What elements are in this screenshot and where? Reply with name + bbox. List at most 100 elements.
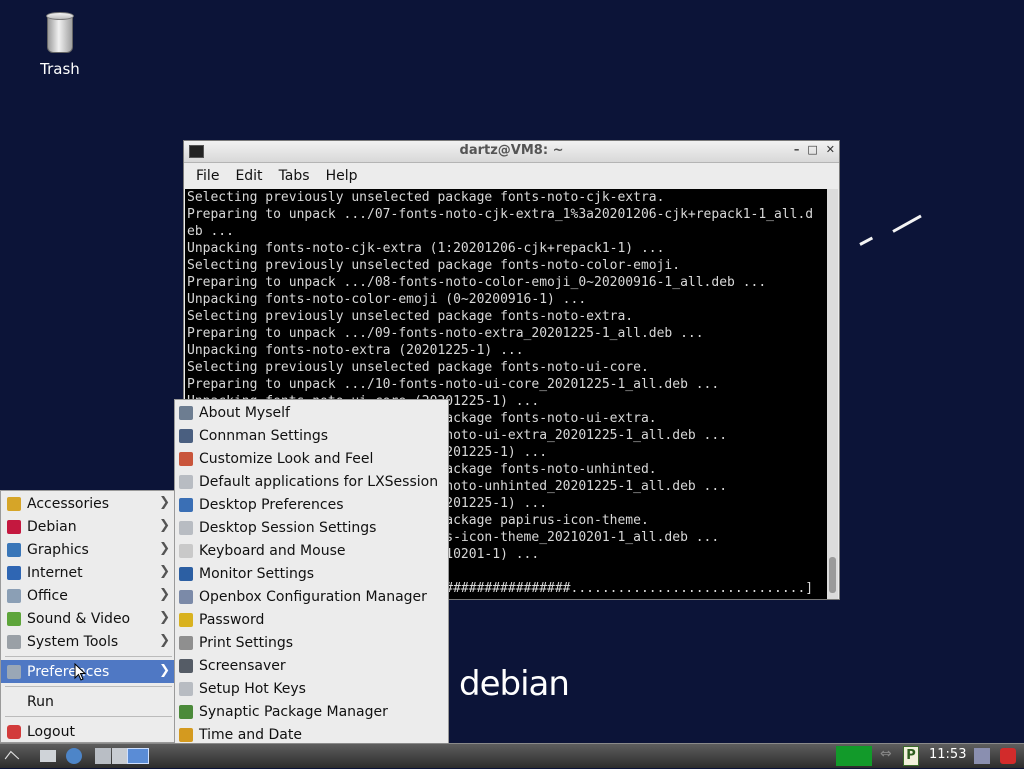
- clock-icon: [179, 727, 193, 742]
- submenu-item-keyboard-and-mouse[interactable]: Keyboard and Mouse: [175, 539, 448, 562]
- terminal-line: Unpacking fonts-noto-color-emoji (0~2020…: [187, 292, 587, 307]
- minimize-button[interactable]: –: [794, 143, 800, 156]
- maximize-button[interactable]: □: [807, 143, 817, 156]
- menu-item-sound-video[interactable]: Sound & Video ❯: [1, 607, 176, 630]
- menu-separator: [5, 656, 172, 657]
- customize-icon: [179, 451, 193, 466]
- openbox-icon: [179, 589, 193, 604]
- submenu-item-print-settings[interactable]: Print Settings: [175, 631, 448, 654]
- chevron-right-icon: ❯: [159, 518, 170, 533]
- terminal-scrollbar[interactable]: [827, 189, 838, 599]
- menu-item-label: Debian: [27, 518, 77, 535]
- power-icon[interactable]: [1000, 748, 1016, 764]
- screen-lock-icon[interactable]: [974, 748, 990, 764]
- menu-item-accessories[interactable]: Accessories ❯: [1, 492, 176, 515]
- terminal-menubar: File Edit Tabs Help: [184, 163, 839, 189]
- debian-logo: debian: [459, 664, 570, 704]
- desktop-prefs-icon: [179, 497, 193, 512]
- package-updates-icon[interactable]: P: [903, 746, 919, 766]
- submenu-item-label: Synaptic Package Manager: [199, 703, 388, 720]
- start-menu: Accessories ❯ Debian ❯ Graphics ❯ Internet ❯ Off…: [0, 490, 177, 743]
- network-icon[interactable]: ⇔: [880, 746, 896, 762]
- chevron-right-icon: ❯: [159, 633, 170, 648]
- menu-item-logout[interactable]: Logout: [1, 720, 176, 743]
- submenu-item-openbox-configuration-manager[interactable]: Openbox Configuration Manager: [175, 585, 448, 608]
- submenu-item-label: Print Settings: [199, 634, 294, 651]
- submenu-item-customize-look-and-feel[interactable]: Customize Look and Feel: [175, 447, 448, 470]
- submenu-item-label: Desktop Session Settings: [199, 519, 377, 536]
- menu-file[interactable]: File: [188, 168, 227, 184]
- menu-tabs[interactable]: Tabs: [271, 168, 318, 184]
- terminal-titlebar[interactable]: dartz@VM8: ~ – □ ✕: [184, 141, 839, 163]
- cpu-monitor: [836, 746, 872, 766]
- submenu-item-desktop-preferences[interactable]: Desktop Preferences: [175, 493, 448, 516]
- menu-item-label: Sound & Video: [27, 610, 131, 627]
- file-manager-icon[interactable]: [40, 750, 56, 762]
- menu-item-office[interactable]: Office ❯: [1, 584, 176, 607]
- menu-separator: [5, 686, 172, 687]
- menu-item-label: Accessories: [27, 495, 110, 512]
- submenu-item-label: Monitor Settings: [199, 565, 315, 582]
- window-list-icon[interactable]: [95, 748, 111, 764]
- submenu-item-desktop-session-settings[interactable]: Desktop Session Settings: [175, 516, 448, 539]
- menu-item-run[interactable]: Run: [1, 690, 176, 713]
- globe-icon: [7, 565, 21, 580]
- menu-item-debian[interactable]: Debian ❯: [1, 515, 176, 538]
- menu-item-internet[interactable]: Internet ❯: [1, 561, 176, 584]
- menu-edit[interactable]: Edit: [227, 168, 270, 184]
- submenu-item-monitor-settings[interactable]: Monitor Settings: [175, 562, 448, 585]
- graphics-icon: [7, 542, 21, 557]
- submenu-item-label: Desktop Preferences: [199, 496, 344, 513]
- keyboard-mouse-icon: [179, 543, 193, 558]
- window-title: dartz@VM8: ~: [459, 143, 564, 158]
- submenu-item-label: Keyboard and Mouse: [199, 542, 346, 559]
- submenu-item-screensaver[interactable]: Screensaver: [175, 654, 448, 677]
- chevron-right-icon: ❯: [159, 610, 170, 625]
- menu-item-preferences[interactable]: Preferences ❯: [1, 660, 176, 683]
- lxde-menu-icon[interactable]: [4, 747, 20, 763]
- menu-item-label: Graphics: [27, 541, 89, 558]
- menu-item-label: Logout: [27, 723, 75, 740]
- chevron-right-icon: ❯: [159, 564, 170, 579]
- default-apps-icon: [179, 474, 193, 489]
- music-icon: [7, 611, 21, 626]
- terminal-line: Selecting previously unselected package …: [187, 190, 665, 205]
- preferences-icon: [7, 664, 21, 679]
- submenu-item-password[interactable]: Password: [175, 608, 448, 631]
- menu-help[interactable]: Help: [318, 168, 366, 184]
- accessories-icon: [7, 496, 21, 511]
- submenu-item-default-applications-for-lxsession[interactable]: Default applications for LXSession: [175, 470, 448, 493]
- monitor-icon: [179, 566, 193, 581]
- menu-item-system-tools[interactable]: System Tools ❯: [1, 630, 176, 653]
- mouse-pointer-icon: [74, 663, 86, 681]
- submenu-item-label: Setup Hot Keys: [199, 680, 306, 697]
- menu-item-label: Preferences: [27, 663, 110, 680]
- submenu-item-label: Default applications for LXSession: [199, 473, 439, 490]
- terminal-line: Selecting previously unselected package …: [187, 360, 649, 375]
- submenu-item-synaptic-package-manager[interactable]: Synaptic Package Manager: [175, 700, 448, 723]
- submenu-item-label: Password: [199, 611, 265, 628]
- submenu-item-label: Customize Look and Feel: [199, 450, 374, 467]
- menu-item-graphics[interactable]: Graphics ❯: [1, 538, 176, 561]
- browser-icon[interactable]: [66, 748, 82, 764]
- menu-item-label: Internet: [27, 564, 83, 581]
- menu-separator: [5, 716, 172, 717]
- menu-item-label: Run: [27, 693, 54, 710]
- menu-item-label: System Tools: [27, 633, 119, 650]
- terminal-line: Preparing to unpack .../08-fonts-noto-co…: [187, 275, 767, 290]
- chevron-right-icon: ❯: [159, 541, 170, 556]
- close-button[interactable]: ✕: [826, 143, 835, 156]
- trash-desktop-icon[interactable]: Trash: [34, 12, 86, 78]
- terminal-line: eb ...: [187, 224, 234, 239]
- submenu-item-connman-settings[interactable]: Connman Settings: [175, 424, 448, 447]
- chevron-right-icon: ❯: [159, 495, 170, 510]
- window-list-icon[interactable]: [112, 748, 128, 764]
- submenu-item-setup-hot-keys[interactable]: Setup Hot Keys: [175, 677, 448, 700]
- system-tools-icon: [7, 634, 21, 649]
- wallpaper-stroke: [859, 236, 874, 246]
- submenu-item-about-myself[interactable]: About Myself: [175, 401, 448, 424]
- scrollbar-thumb[interactable]: [829, 557, 836, 593]
- show-desktop-icon[interactable]: [127, 748, 149, 764]
- clock[interactable]: 11:53: [929, 747, 966, 762]
- synaptic-icon: [179, 704, 193, 719]
